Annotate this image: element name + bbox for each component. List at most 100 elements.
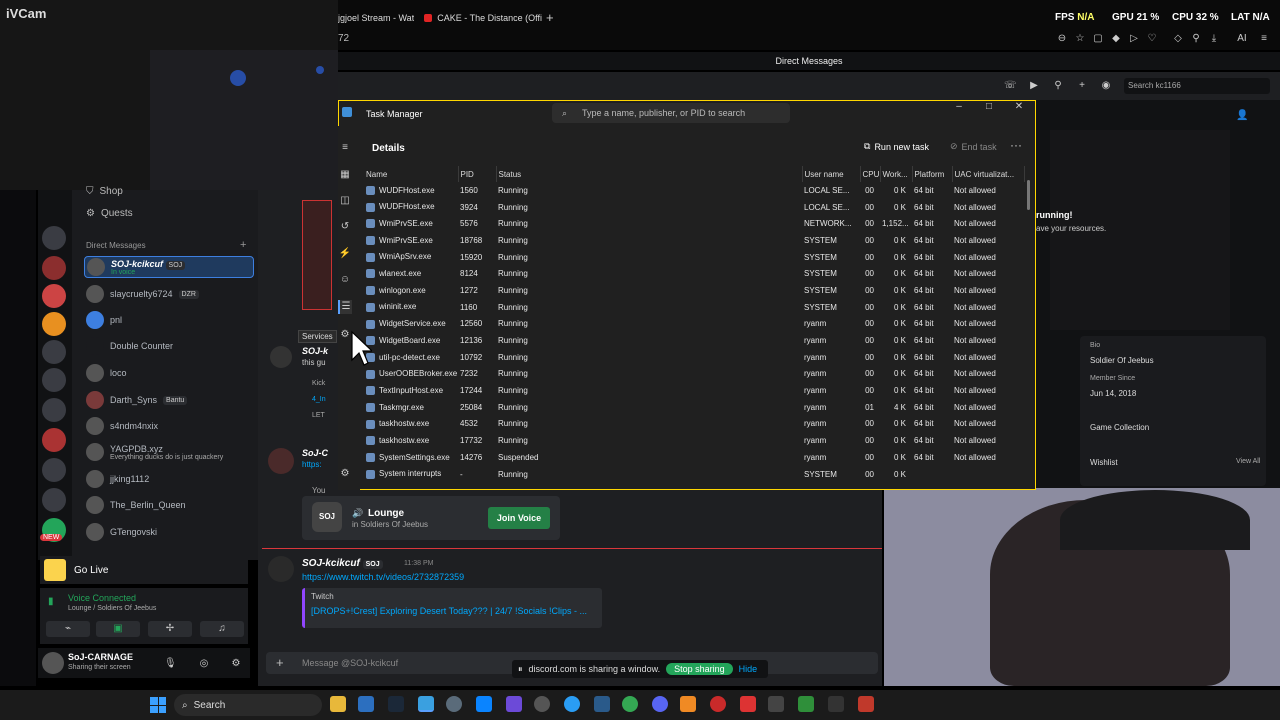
server-icon[interactable] <box>42 368 66 392</box>
create-dm-button[interactable]: + <box>240 239 246 251</box>
new-tab-button[interactable]: + <box>546 10 554 25</box>
reader-icon[interactable]: ▢ <box>1092 33 1104 45</box>
details-icon[interactable]: ☰ <box>338 300 352 314</box>
view-all-link[interactable]: View All <box>1236 458 1260 465</box>
task-manager-taskbar-icon[interactable] <box>418 696 434 712</box>
app-icon[interactable] <box>534 696 550 712</box>
column-header-uac[interactable]: UAC virtualizat... <box>952 166 1025 182</box>
add-friend-icon[interactable]: + <box>1076 80 1088 92</box>
column-header-pid[interactable]: PID <box>458 166 497 182</box>
dm-item[interactable]: jjking1112 <box>84 467 254 491</box>
startup-apps-icon[interactable]: ⚡ <box>338 247 352 261</box>
pin-icon[interactable]: ⚲ <box>1052 80 1064 92</box>
minimize-button[interactable]: – <box>944 100 974 116</box>
vlc-icon[interactable] <box>680 696 696 712</box>
table-row[interactable]: TextInputHost.exe 17244 Running ryanm 00 0 K 6… <box>364 382 1024 399</box>
user-icon[interactable]: 👤 <box>1236 110 1248 121</box>
app-icon[interactable] <box>476 696 492 712</box>
headphones-icon[interactable]: ◎ <box>198 658 210 670</box>
app-icon[interactable] <box>358 696 374 712</box>
hamburger-icon[interactable]: ≡ <box>338 141 352 155</box>
app-icon[interactable] <box>798 696 814 712</box>
close-button[interactable]: ✕ <box>1004 100 1034 116</box>
app-icon[interactable] <box>768 696 784 712</box>
table-row[interactable]: WidgetService.exe 12560 Running ryanm 00 0 K 6… <box>364 316 1024 333</box>
chrome-icon[interactable] <box>622 696 638 712</box>
embed-title[interactable]: [DROPS+!Crest] Exploring Desert Today???… <box>311 606 587 616</box>
zoom-icon[interactable]: ⊖ <box>1056 33 1068 45</box>
attach-icon[interactable]: + <box>276 655 284 670</box>
server-icon[interactable] <box>42 256 66 280</box>
discord-icon[interactable] <box>652 696 668 712</box>
shield-icon[interactable]: ◆ <box>1110 33 1122 45</box>
table-row[interactable]: WUDFHost.exe 1560 Running LOCAL SE... 00 0 K 6… <box>364 182 1024 199</box>
app-icon[interactable] <box>446 696 462 712</box>
app-icon[interactable] <box>828 696 844 712</box>
address-bar-fragment[interactable]: 72 <box>338 33 349 44</box>
column-header-status[interactable]: Status <box>496 166 803 182</box>
table-row[interactable]: WmiApSrv.exe 15920 Running SYSTEM 00 0 K 64 bi… <box>364 249 1024 266</box>
server-icon[interactable] <box>42 458 66 482</box>
hide-link[interactable]: Hide <box>739 664 758 674</box>
dm-item[interactable]: YAGPDB.xyz Everything ducks do is just qu… <box>84 440 254 464</box>
server-icon[interactable] <box>42 226 66 250</box>
column-header-working-set[interactable]: Work... <box>880 166 913 182</box>
nav-shop[interactable]: ⛉ Shop <box>86 186 123 197</box>
ai-icon[interactable]: AI <box>1236 33 1248 45</box>
table-row[interactable]: taskhostw.exe 4532 Running ryanm 00 0 K 64 bit… <box>364 416 1024 433</box>
table-row[interactable]: System interrupts - Running SYSTEM 00 0 K <box>364 466 1024 483</box>
file-explorer-icon[interactable] <box>330 696 346 712</box>
process-search-input[interactable]: Type a name, publisher, or PID to search <box>552 103 790 123</box>
table-row[interactable]: util-pc-detect.exe 10792 Running ryanm 00 0 K… <box>364 349 1024 366</box>
server-icon[interactable] <box>42 284 66 308</box>
dm-item[interactable]: Double Counter <box>84 334 254 358</box>
app-icon[interactable] <box>858 696 874 712</box>
stop-sharing-button[interactable]: Stop sharing <box>666 663 733 675</box>
video-call-icon[interactable]: ▶ <box>1028 80 1040 92</box>
table-row[interactable]: WidgetBoard.exe 12136 Running ryanm 00 0 K 64 … <box>364 332 1024 349</box>
server-icon[interactable] <box>42 340 66 364</box>
user-avatar[interactable] <box>42 652 64 674</box>
table-row[interactable]: Taskmgr.exe 25084 Running ryanm 01 4 K 64 bit N… <box>364 399 1024 416</box>
dm-item[interactable]: Darth_Syns Bantu <box>84 388 254 412</box>
column-header-platform[interactable]: Platform <box>912 166 953 182</box>
table-row[interactable]: UserOOBEBroker.exe 7232 Running ryanm 00 0 K 6… <box>364 366 1024 383</box>
dm-item[interactable]: The_Berlin_Queen <box>84 493 254 517</box>
discord-search-input[interactable]: Search kc1166 <box>1124 78 1270 94</box>
join-voice-button[interactable]: Join Voice <box>488 507 550 529</box>
message-author[interactable]: SOJ-kcikcuf SOJ <box>302 558 383 569</box>
column-header-name[interactable]: Name <box>364 166 459 182</box>
dm-item[interactable]: s4ndm4nxix <box>84 414 254 438</box>
bookmark-icon[interactable]: ☆ <box>1074 33 1086 45</box>
app-icon[interactable] <box>564 696 580 712</box>
call-icon[interactable]: ☏ <box>1004 80 1017 92</box>
table-row[interactable]: WmiPrvSE.exe 18768 Running SYSTEM 00 0 K 64 bi… <box>364 232 1024 249</box>
profile-toggle-icon[interactable]: ◉ <box>1100 80 1112 92</box>
server-icon[interactable] <box>42 428 66 452</box>
camera-button[interactable]: ⌁ <box>46 621 90 637</box>
table-scrollbar[interactable] <box>1027 180 1030 210</box>
dm-item[interactable]: loco <box>84 361 254 385</box>
column-header-username[interactable]: User name <box>802 166 861 182</box>
table-row[interactable]: wlanext.exe 8124 Running SYSTEM 00 0 K 64 bit N… <box>364 265 1024 282</box>
table-row[interactable]: WUDFHost.exe 3924 Running LOCAL SE... 00 0 K 6… <box>364 199 1024 216</box>
dm-item-soj-kcikcuf[interactable]: SOJ-kcikcuf SOJ In voice <box>84 256 254 278</box>
browser-tab-stream[interactable]: jgjoel Stream - Wat <box>338 8 414 28</box>
settings-icon[interactable]: ⚙ <box>230 658 242 670</box>
end-task-button[interactable]: ⊘ End task <box>950 141 997 152</box>
menu-icon[interactable]: ≡ <box>1258 33 1270 45</box>
table-row[interactable]: taskhostw.exe 17732 Running ryanm 00 0 K 64 bi… <box>364 432 1024 449</box>
processes-icon[interactable]: ▦ <box>338 168 352 182</box>
users-icon[interactable]: ☺ <box>338 273 352 287</box>
table-row[interactable]: WmiPrvSE.exe 5576 Running NETWORK... 00 1,152… <box>364 215 1024 232</box>
nav-quests[interactable]: ⚙ Quests <box>86 208 133 219</box>
server-icon[interactable] <box>42 312 66 336</box>
app-icon[interactable] <box>594 696 610 712</box>
dm-item[interactable]: pnl <box>84 308 254 332</box>
download-icon[interactable]: ⤓ <box>1208 33 1220 45</box>
message-link[interactable]: https://www.twitch.tv/videos/2732872359 <box>302 572 464 582</box>
extensions-icon[interactable]: ◇ <box>1172 33 1184 45</box>
column-header-cpu[interactable]: CPU <box>860 166 881 182</box>
server-icon[interactable] <box>42 398 66 422</box>
dm-item[interactable]: GTengovski <box>84 520 254 544</box>
